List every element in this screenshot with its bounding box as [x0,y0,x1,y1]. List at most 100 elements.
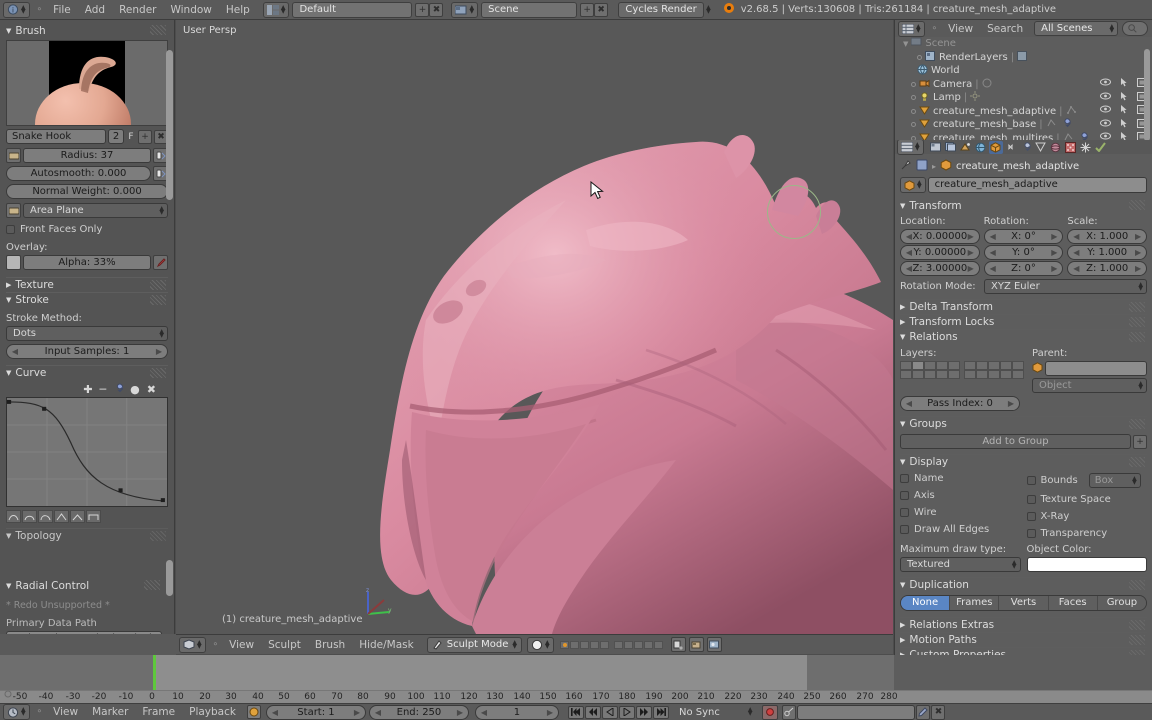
scale-x-field[interactable]: ◀ X: 1.000 ▶ [1067,229,1148,244]
menu-collapse-icon[interactable]: ⚬ [928,24,942,34]
location-y-field[interactable]: ◀ Y: 0.00000 ▶ [900,245,980,260]
decrement-icon[interactable]: ◀ [9,345,21,358]
overlay-toggle-icon[interactable] [6,255,21,270]
outliner-row-renderlayers[interactable]: RenderLayers | [895,50,1152,65]
keying-set-icon[interactable] [782,704,797,720]
decrement-icon[interactable]: ◀ [987,246,999,259]
selectable-cursor-icon[interactable] [1120,132,1128,140]
use-preview-range-icon[interactable] [246,705,261,719]
tab-render[interactable] [929,141,943,154]
decrement-icon[interactable]: ◀ [987,262,999,275]
curve-preset-round-icon[interactable] [22,510,37,523]
curve-preset-max-icon[interactable] [86,510,101,523]
toolshelf-scrollbar-upper[interactable] [166,50,173,200]
duplication-option-none[interactable]: None [901,596,950,610]
tab-modifiers[interactable] [1019,141,1033,154]
decrement-icon[interactable]: ◀ [478,706,490,719]
current-frame-field[interactable]: ◀ 1 ▶ [474,704,559,720]
menu-collapse-icon[interactable]: ⚬ [33,707,47,717]
decrement-icon[interactable]: ◀ [903,262,915,275]
brush-autosmooth-slider[interactable]: Autosmooth: 0.000 [6,166,151,181]
outliner-menu-search[interactable]: Search [980,20,1030,39]
timeline-icon[interactable]: ▲ ▼ [3,704,30,720]
outliner-row-creature-mesh-base[interactable]: creature_mesh_base | [895,118,1152,132]
panel-topology[interactable]: ▼ Topology [6,528,168,543]
x-icon[interactable]: ✖ [429,2,444,17]
scene-name-field[interactable]: Scene [481,1,578,18]
keying-add-icon[interactable] [916,704,931,720]
duplication-option-group[interactable]: Group [1096,596,1146,610]
selectable-cursor-icon[interactable] [1120,118,1128,131]
record-icon[interactable] [762,704,779,720]
outliner-row-creature-mesh-multires[interactable]: creature_mesh_multires | [895,132,1152,140]
increment-icon[interactable]: ▶ [454,706,466,719]
visibility-eye-icon[interactable] [1100,78,1111,90]
increment-icon[interactable]: ▶ [965,262,977,275]
panel-duplication[interactable]: ▼ Duplication [900,577,1147,592]
increment-icon[interactable]: ▶ [351,706,363,719]
outliner-icon[interactable]: ▲ ▼ [898,20,925,37]
tab-object[interactable] [988,140,1003,154]
curve-snap-icon[interactable]: ● [130,383,140,396]
curve-widget[interactable] [6,397,168,507]
timeline-menu-marker[interactable]: Marker [85,702,135,720]
outliner-search-input[interactable] [1122,21,1148,36]
increment-icon[interactable]: ▶ [1048,262,1060,275]
add-to-group-button[interactable]: Add to Group [900,434,1131,449]
expand-dot-icon[interactable] [911,81,916,87]
display-name-checkbox[interactable] [900,474,909,483]
panel-motion-paths[interactable]: ▶ Motion Paths [900,632,1147,647]
timeline-editor[interactable]: -50 -40 -30 -20 -10 0 10 20 30 40 50 60 … [0,655,1152,703]
jump-start-icon[interactable] [567,705,584,719]
location-x-field[interactable]: ◀ X: 0.00000 ▶ [900,229,980,244]
tab-texture[interactable] [1079,141,1093,154]
pivot-icon[interactable] [670,637,686,652]
display-axis-checkbox[interactable] [900,491,909,500]
duplication-option-frames[interactable]: Frames [949,596,999,610]
mesh-data-icon[interactable] [1046,118,1057,131]
panel-transform[interactable]: ▼ Transform [900,198,1147,213]
brush-name-field[interactable]: Snake Hook [6,129,106,144]
start-frame-field[interactable]: ◀ Start: 1 ▶ [265,704,366,720]
selectable-cursor-icon[interactable] [1120,91,1128,104]
snap-icon[interactable] [688,637,704,652]
radius-unit-icon[interactable] [6,148,21,163]
tab-scene[interactable] [959,141,973,154]
menu-file[interactable]: File [46,0,78,20]
increment-icon[interactable]: ▶ [153,345,165,358]
outliner-menu-view[interactable]: View [941,20,980,39]
lamp-data-icon[interactable] [970,91,981,104]
selectable-cursor-icon[interactable] [1120,105,1128,117]
display-xray-checkbox[interactable] [1026,512,1036,521]
panel-curve[interactable]: ▼ Curve [6,365,168,380]
viewport-menu-brush[interactable]: Brush [308,635,352,655]
decrement-icon[interactable]: ◀ [903,230,915,243]
curve-preset-smooth-icon[interactable] [6,510,21,523]
keying-remove-icon[interactable]: ✖ [931,704,946,720]
curve-preset-root-icon[interactable] [38,510,53,523]
display-draw-all-edges-checkbox[interactable] [900,525,909,534]
renderlayers-sub-icon[interactable] [1017,50,1028,64]
panel-relations-extras[interactable]: ▶ Relations Extras [900,617,1147,632]
properties-editor-icon[interactable]: ▲ ▼ [897,140,924,155]
rotation-z-field[interactable]: ◀ Z: 0° ▶ [983,261,1064,276]
tab-world[interactable] [974,141,988,154]
menu-help[interactable]: Help [219,0,257,20]
timeline-menu-playback[interactable]: Playback [182,702,243,720]
layer-grid[interactable] [559,640,663,649]
modifier-wrench-icon[interactable] [1077,132,1088,140]
outliner-row-lamp[interactable]: Lamp | [895,91,1152,105]
mesh-data-icon[interactable] [1063,132,1074,140]
panel-stroke[interactable]: ▼ Stroke [6,292,168,307]
panel-radial-control[interactable]: ▼ Radial Control [6,578,162,593]
decrement-icon[interactable]: ◀ [987,230,999,243]
curve-remove-point-icon[interactable]: ─ [100,383,107,396]
overlay-alpha-slider[interactable]: Alpha: 33% [23,255,151,270]
display-transparency-checkbox[interactable] [1026,529,1036,538]
viewport-menu-sculpt[interactable]: Sculpt [261,635,308,655]
duplication-option-verts[interactable]: Verts [998,596,1048,610]
parent-type-select[interactable]: Object ▲ ▼ [1032,378,1147,393]
menu-add[interactable]: Add [78,0,112,20]
bounds-type-select[interactable]: Box ▲ ▼ [1088,473,1141,488]
scene-new-icon[interactable]: + [580,2,595,17]
